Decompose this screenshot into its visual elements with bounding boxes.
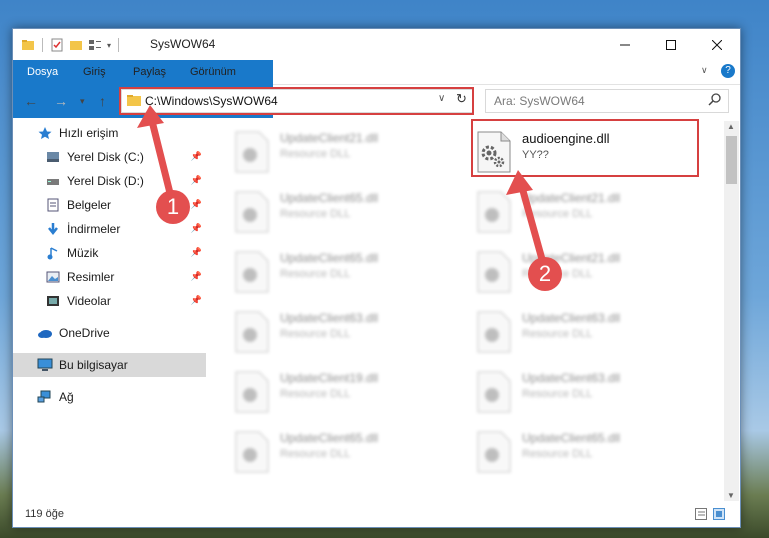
annotation-overlay bbox=[137, 105, 549, 271]
annotation-arrowhead-1 bbox=[137, 105, 164, 128]
annotation-marker-1: 1 bbox=[156, 190, 190, 224]
annotation-marker-2: 2 bbox=[528, 257, 562, 291]
annotation-arrowhead-2 bbox=[506, 170, 533, 195]
